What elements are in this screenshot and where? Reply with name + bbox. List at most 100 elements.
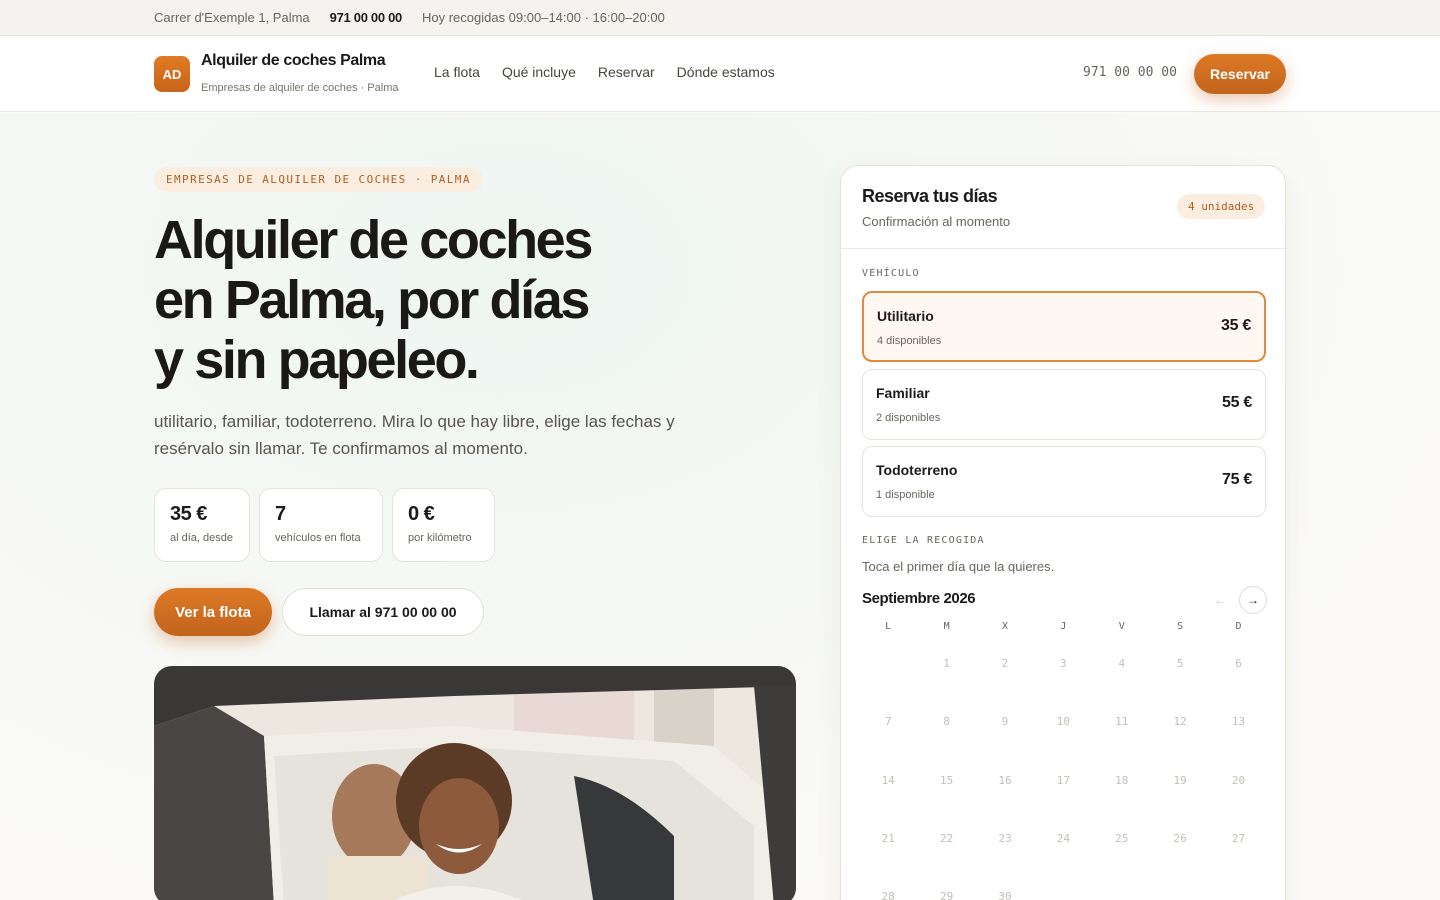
weekday-label: S <box>1177 621 1184 632</box>
hero-title: Alquiler de coches en Palma, por días y … <box>154 210 754 390</box>
vehicle-availability: 2 disponibles <box>876 412 941 424</box>
calendar-day[interactable]: 3 <box>1034 635 1092 693</box>
calendar-empty-cell <box>1151 868 1209 900</box>
units-badge: 4 unidades <box>1177 194 1266 219</box>
calendar-day[interactable]: 16 <box>976 752 1034 810</box>
vehicle-price: 35 € <box>1221 317 1251 334</box>
calendar-day[interactable]: 7 <box>859 693 917 751</box>
booking-title: Reserva tus días <box>862 186 998 206</box>
calendar-day[interactable]: 12 <box>1151 693 1209 751</box>
calendar-day[interactable]: 1 <box>917 635 975 693</box>
stat-card-price: 35 € al día, desde <box>154 488 250 562</box>
vehicle-availability: 4 disponibles <box>877 335 942 347</box>
topbar-phone[interactable]: 971 00 00 00 <box>330 10 403 25</box>
nav-link-donde-estamos[interactable]: Dónde estamos <box>677 64 775 80</box>
top-info-bar: Carrer d'Exemple 1, Palma 971 00 00 00 H… <box>0 0 1440 36</box>
calendar-week-row: 7 8 9 10 11 12 13 <box>859 693 1269 751</box>
stat-label: vehículos en flota <box>275 532 361 544</box>
calendar-month: Septiembre 2026 <box>862 590 976 607</box>
calendar-week-row: 21 22 23 24 25 26 27 <box>859 810 1269 868</box>
stat-value: 7 <box>275 503 286 525</box>
vehicle-price: 55 € <box>1222 394 1252 411</box>
calendar-day[interactable]: 23 <box>976 810 1034 868</box>
calendar-week-row: 28 29 30 <box>859 868 1269 900</box>
vehicle-name: Todoterreno <box>876 462 958 478</box>
vehicle-name: Familiar <box>876 385 930 401</box>
arrow-right-icon[interactable]: → <box>1239 586 1267 614</box>
calendar-day[interactable]: 20 <box>1209 752 1267 810</box>
weekday-label: D <box>1235 621 1242 632</box>
nav-phone[interactable]: 971 00 00 00 <box>1083 65 1177 80</box>
booking-subtitle: Confirmación al momento <box>862 214 1011 229</box>
calendar-day[interactable]: 10 <box>1034 693 1092 751</box>
calendar-day[interactable]: 14 <box>859 752 917 810</box>
calendar-day[interactable]: 2 <box>976 635 1034 693</box>
hero-description: utilitario, familiar, todoterreno. Mira … <box>154 412 675 458</box>
calendar-day[interactable]: 27 <box>1209 810 1267 868</box>
calendar-day[interactable]: 21 <box>859 810 917 868</box>
calendar-empty-cell <box>1209 868 1267 900</box>
pickup-section-label: ELIGE LA RECOGIDA <box>862 535 985 546</box>
hero-title-line: Alquiler de coches <box>154 210 593 270</box>
arrow-left-icon[interactable]: ← <box>1207 587 1233 613</box>
calendar-day[interactable]: 24 <box>1034 810 1092 868</box>
nav-link-reservar[interactable]: Reservar <box>598 64 655 80</box>
brand-name[interactable]: Alquiler de coches Palma <box>201 52 386 70</box>
calendar-day[interactable]: 19 <box>1151 752 1209 810</box>
brand-subtitle: Empresas de alquiler de coches · Palma <box>201 82 399 94</box>
calendar-week-row: 123456 <box>859 635 1269 693</box>
calendar-day[interactable]: 15 <box>917 752 975 810</box>
stat-card-fleet: 7 vehículos en flota <box>259 488 383 562</box>
address-text: Carrer d'Exemple 1, Palma <box>154 10 310 25</box>
calendar-day[interactable]: 29 <box>917 868 975 900</box>
calendar-day[interactable]: 28 <box>859 868 917 900</box>
vehicle-option-todoterreno[interactable]: Todoterreno 1 disponible 75 € <box>862 446 1266 517</box>
vehicle-section-label: VEHÍCULO <box>862 268 920 279</box>
call-button[interactable]: Llamar al 971 00 00 00 <box>282 588 484 636</box>
logo[interactable]: AD <box>154 56 190 92</box>
calendar-day[interactable]: 4 <box>1093 635 1151 693</box>
stat-label: al día, desde <box>170 532 233 544</box>
vehicle-price: 75 € <box>1222 471 1252 488</box>
main-nav: AD Alquiler de coches Palma Empresas de … <box>0 36 1440 112</box>
vehicle-option-familiar[interactable]: Familiar 2 disponibles 55 € <box>862 369 1266 440</box>
calendar-day[interactable]: 6 <box>1209 635 1267 693</box>
hero-title-line: en Palma, por días <box>154 270 590 330</box>
vehicle-option-utilitario[interactable]: Utilitario 4 disponibles 35 € <box>862 291 1266 362</box>
calendar-day[interactable]: 25 <box>1093 810 1151 868</box>
reserve-button[interactable]: Reservar <box>1194 54 1286 94</box>
calendar-weekday-row: L M X J V S D <box>859 621 1269 635</box>
calendar-empty-cell <box>1093 868 1151 900</box>
calendar-day[interactable]: 17 <box>1034 752 1092 810</box>
nav-link-flota[interactable]: La flota <box>434 64 480 80</box>
car-photo-illustration <box>154 666 796 900</box>
stat-card-km: 0 € por kilómetro <box>392 488 495 562</box>
calendar-day[interactable]: 5 <box>1151 635 1209 693</box>
calendar-day[interactable]: 22 <box>917 810 975 868</box>
hero-title-line: y sin papeleo. <box>154 330 480 390</box>
weekday-label: V <box>1118 621 1125 632</box>
calendar-empty-cell <box>1034 868 1092 900</box>
pickup-hours: Hoy recogidas 09:00–14:00 · 16:00–20:00 <box>421 10 665 25</box>
view-fleet-button[interactable]: Ver la flota <box>154 588 272 636</box>
calendar-day[interactable]: 13 <box>1209 693 1267 751</box>
hero-eyebrow: EMPRESAS DE ALQUILER DE COCHES · PALMA <box>154 167 483 192</box>
weekday-label: L <box>885 621 892 632</box>
calendar-day[interactable]: 30 <box>976 868 1034 900</box>
calendar-empty-cell <box>859 635 917 693</box>
stat-value: 0 € <box>408 503 435 525</box>
weekday-label: J <box>1060 621 1067 632</box>
booking-panel: Reserva tus días Confirmación al momento… <box>840 165 1287 900</box>
calendar-day[interactable]: 8 <box>917 693 975 751</box>
weekday-label: X <box>1001 621 1008 632</box>
calendar-day[interactable]: 11 <box>1093 693 1151 751</box>
calendar-day[interactable]: 9 <box>976 693 1034 751</box>
weekday-label: M <box>943 621 950 632</box>
vehicle-name: Utilitario <box>877 308 934 324</box>
stat-value: 35 € <box>170 503 207 525</box>
calendar-day[interactable]: 18 <box>1093 752 1151 810</box>
calendar-day[interactable]: 26 <box>1151 810 1209 868</box>
booking-panel-header: Reserva tus días Confirmación al momento… <box>841 166 1287 249</box>
nav-link-que-incluye[interactable]: Qué incluye <box>502 64 576 80</box>
calendar-week-row: 14 15 16 17 18 19 20 <box>859 752 1269 810</box>
